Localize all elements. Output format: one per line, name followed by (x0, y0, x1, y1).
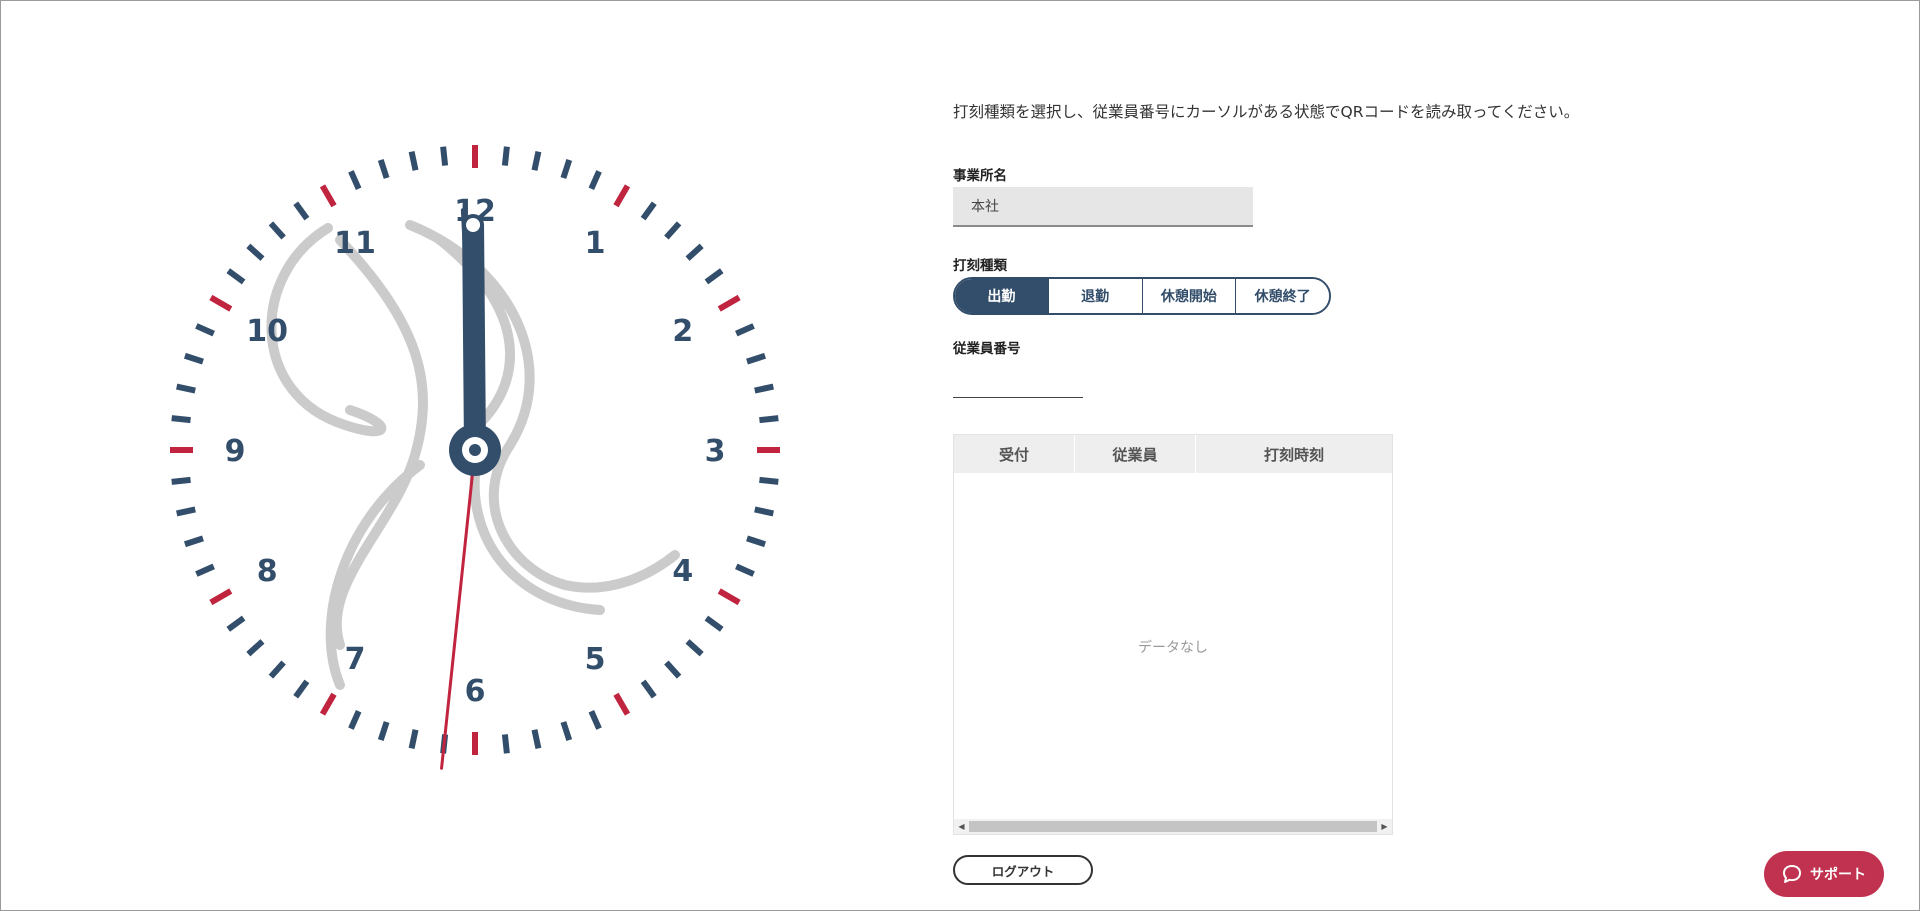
minute-tick (184, 535, 204, 548)
punch-type-label: 打刻種類 (953, 258, 1007, 274)
punch-type-toggle: 出勤 退勤 休憩開始 休憩終了 (953, 277, 1331, 315)
hour-tick (613, 692, 631, 716)
minute-tick (640, 201, 657, 221)
minute-tick (348, 710, 362, 730)
minute-tick (560, 721, 573, 741)
punch-type-clock-in[interactable]: 出勤 (955, 279, 1048, 313)
minute-tick (531, 729, 542, 749)
punch-type-break-start[interactable]: 休憩開始 (1141, 279, 1236, 313)
hour-tick (717, 294, 741, 312)
table-header: 受付 従業員 打刻時刻 (954, 435, 1392, 473)
minute-tick (685, 243, 704, 261)
hour-tick (717, 588, 741, 606)
minute-tick (735, 563, 755, 577)
clock-numeral-8: 8 (257, 554, 278, 589)
minute-tick (377, 159, 390, 179)
minute-tick (754, 506, 774, 517)
clock-numeral-4: 4 (672, 554, 693, 589)
scrollbar-thumb[interactable] (969, 821, 1377, 832)
minute-tick (759, 476, 779, 485)
minute-tick (348, 170, 362, 190)
minute-tick (176, 383, 196, 394)
empty-table-message: データなし (1138, 640, 1208, 656)
scroll-right-icon[interactable]: ▶ (1377, 819, 1392, 834)
minute-tick (184, 352, 204, 365)
minute-tick (704, 268, 724, 285)
minute-tick (408, 151, 419, 171)
minute-tick (268, 660, 286, 679)
analog-clock: 12 1 2 3 4 5 6 7 8 9 10 11 (90, 65, 860, 835)
minute-tick (176, 506, 196, 517)
minute-tick (704, 615, 724, 632)
column-header-employee[interactable]: 従業員 (1074, 435, 1195, 473)
minute-tick (293, 679, 310, 699)
support-label: サポート (1810, 867, 1866, 883)
minute-tick (171, 476, 191, 485)
minute-tick (746, 535, 766, 548)
minute-tick (226, 615, 246, 632)
minute-tick (171, 415, 191, 424)
minute-tick (377, 721, 390, 741)
minute-tick (195, 323, 215, 337)
minute-tick (746, 352, 766, 365)
minute-tick (735, 323, 755, 337)
minute-tick (268, 221, 286, 240)
hour-hand (462, 214, 486, 461)
column-header-reception[interactable]: 受付 (954, 435, 1074, 473)
hour-tick (319, 184, 337, 208)
hour-tick (613, 184, 631, 208)
scroll-left-icon[interactable]: ◀ (954, 819, 969, 834)
minute-tick (754, 383, 774, 394)
minute-tick (246, 639, 265, 657)
minute-tick (501, 734, 510, 754)
second-hand (440, 448, 477, 770)
minute-tick (501, 146, 510, 166)
chat-bubble-icon (1783, 865, 1801, 883)
minute-tick (531, 151, 542, 171)
minute-tick (226, 268, 246, 285)
office-field[interactable] (953, 187, 1253, 227)
minute-tick (195, 563, 215, 577)
minute-tick (440, 146, 449, 166)
punch-panel: 打刻種類を選択し、従業員番号にカーソルがある状態でQRコードを読み取ってください… (953, 0, 1653, 911)
minute-tick (588, 710, 602, 730)
punch-history-table: 受付 従業員 打刻時刻 データなし ◀ ▶ (953, 434, 1393, 835)
hour-tick (209, 294, 233, 312)
clock-numeral-7: 7 (345, 642, 366, 677)
hour-tick (319, 692, 337, 716)
minute-tick (664, 221, 682, 240)
support-button[interactable]: サポート (1764, 851, 1884, 897)
minute-tick (685, 639, 704, 657)
employee-number-input[interactable] (953, 368, 1083, 398)
minute-tick (759, 415, 779, 424)
clock-hub-center (469, 444, 481, 456)
hour-tick (209, 588, 233, 606)
clock-numeral-5: 5 (585, 642, 606, 677)
minute-tick (293, 201, 310, 221)
clock-numeral-10: 10 (246, 314, 288, 349)
minute-tick (588, 170, 602, 190)
clock-face: 121234567891011 (170, 145, 780, 770)
clock-numeral-1: 1 (585, 226, 606, 261)
clock-numeral-3: 3 (705, 434, 726, 469)
office-label: 事業所名 (953, 168, 1007, 184)
minute-tick (640, 679, 657, 699)
clock-numeral-6: 6 (465, 674, 486, 709)
column-header-punch-time[interactable]: 打刻時刻 (1195, 435, 1392, 473)
clock-numeral-9: 9 (225, 434, 246, 469)
punch-type-clock-out[interactable]: 退勤 (1047, 279, 1142, 313)
punch-type-break-end[interactable]: 休憩終了 (1235, 279, 1329, 313)
logout-button[interactable]: ログアウト (953, 855, 1093, 885)
hour-hand-tip (466, 218, 481, 233)
clock-numeral-2: 2 (672, 314, 693, 349)
minute-tick (664, 660, 682, 679)
clock-numeral-11: 11 (334, 226, 376, 261)
employee-number-label: 従業員番号 (953, 341, 1021, 357)
horizontal-scrollbar[interactable]: ◀ ▶ (954, 819, 1392, 834)
minute-tick (246, 243, 265, 261)
minute-tick (560, 159, 573, 179)
instruction-text: 打刻種類を選択し、従業員番号にカーソルがある状態でQRコードを読み取ってください… (953, 103, 1580, 121)
minute-tick (408, 729, 419, 749)
